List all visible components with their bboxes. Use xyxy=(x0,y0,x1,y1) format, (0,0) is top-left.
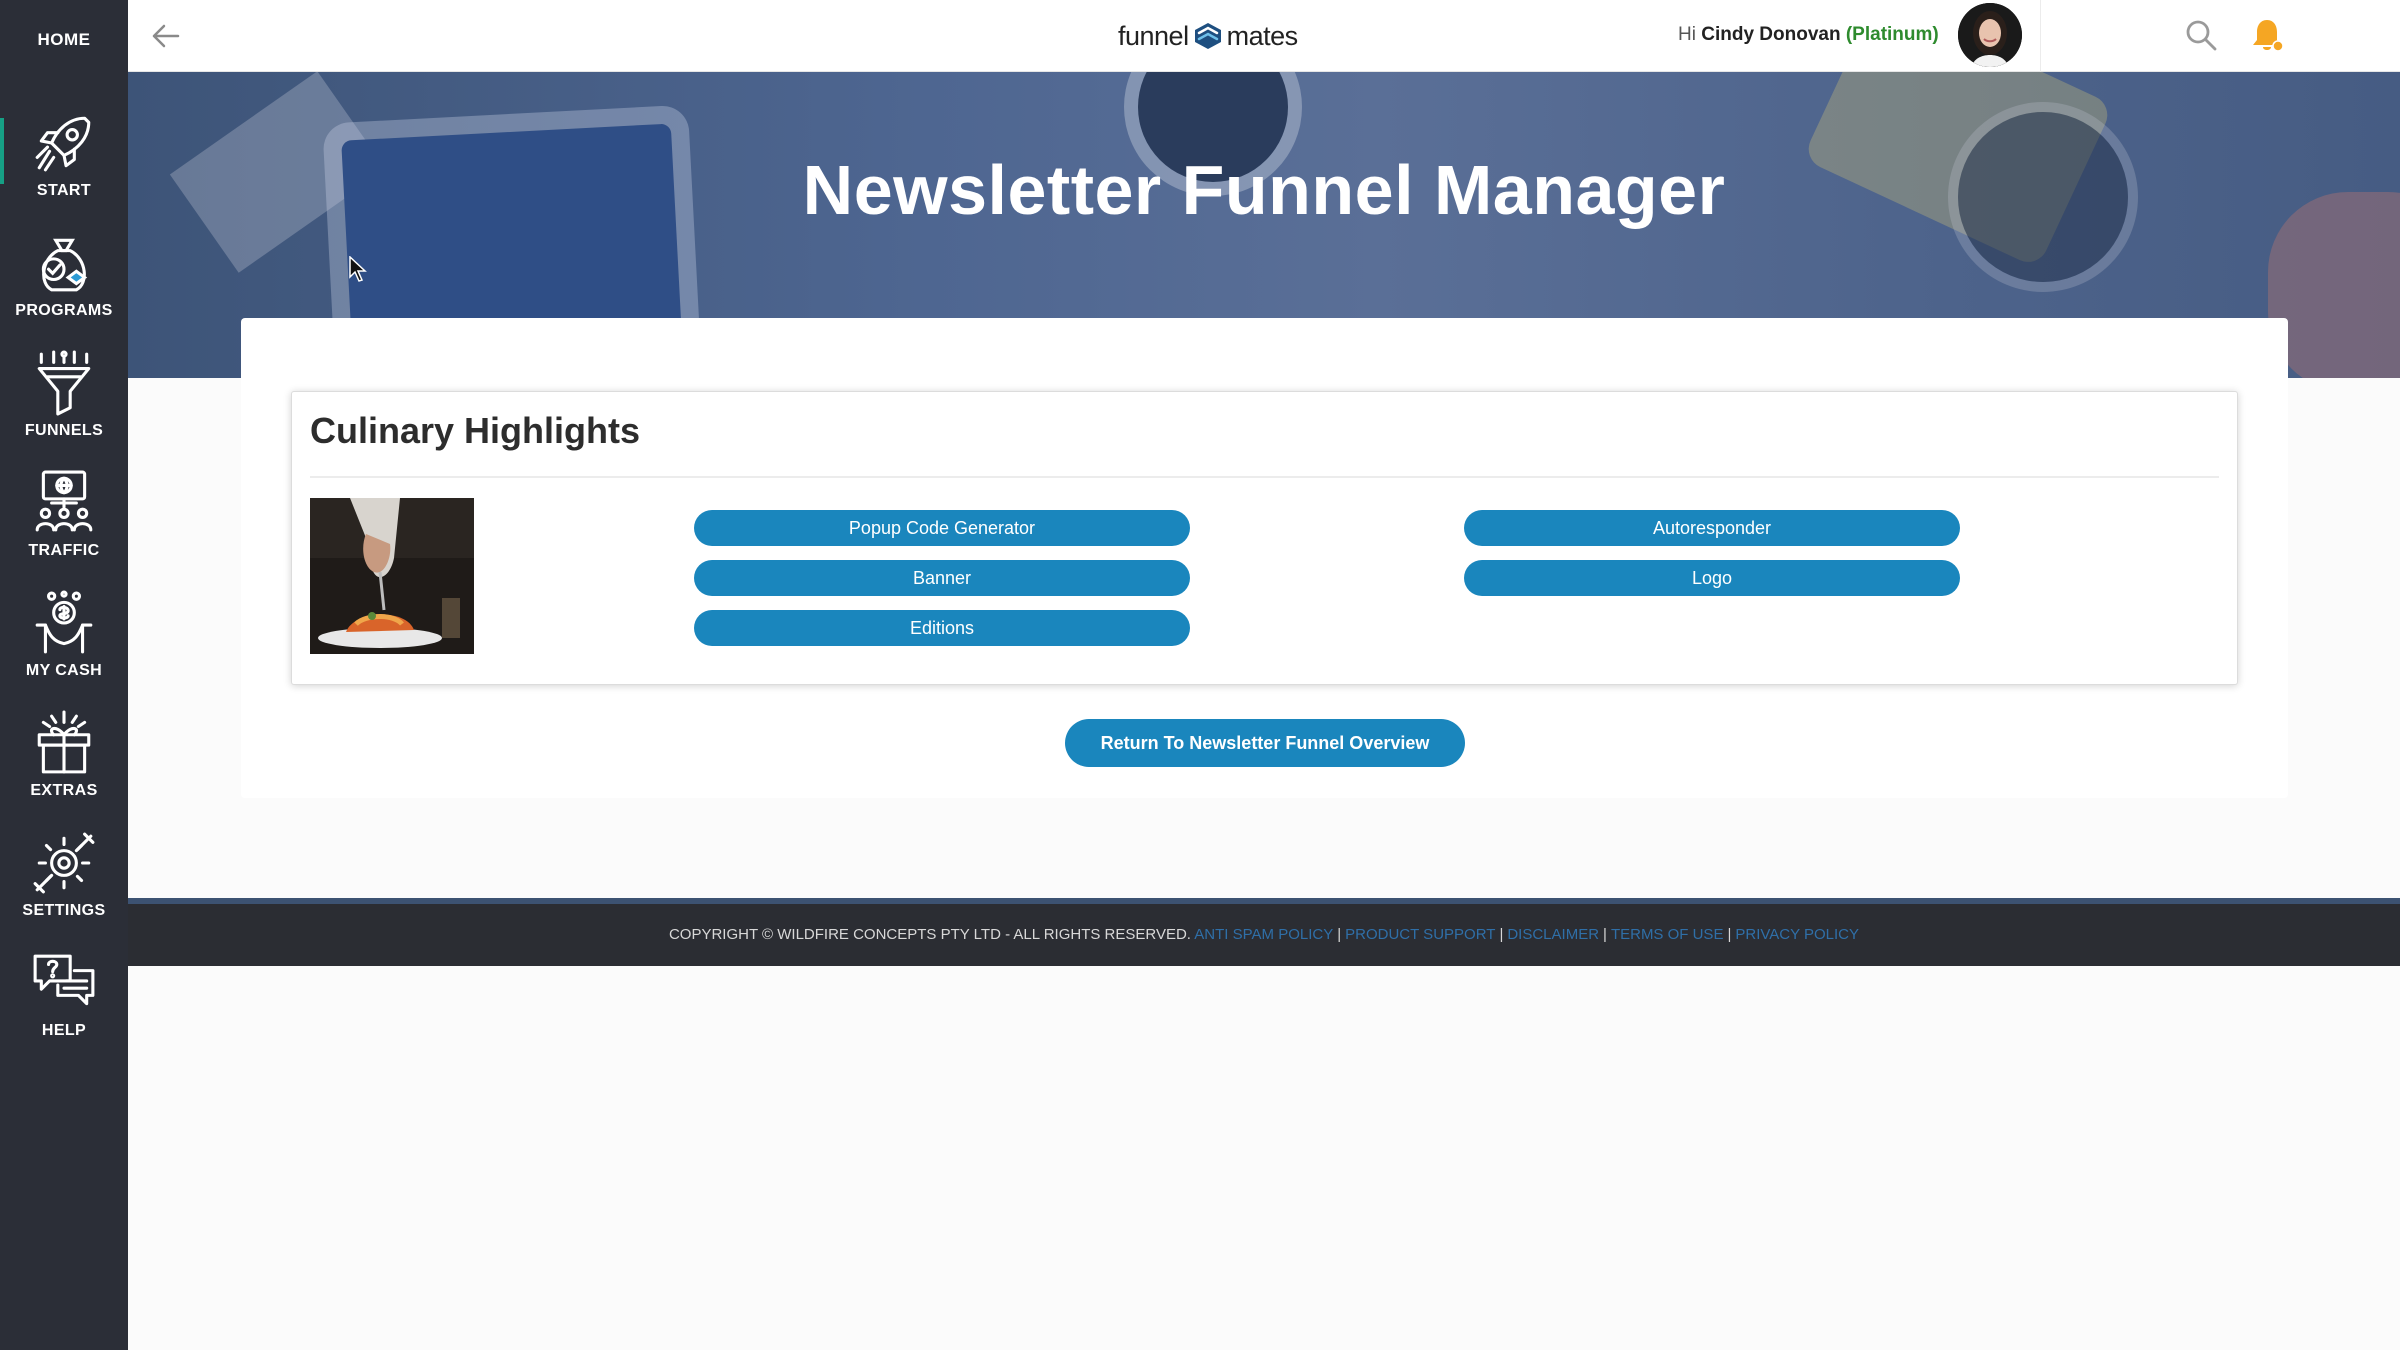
sidebar-item-traffic[interactable]: TRAFFIC xyxy=(0,470,128,582)
main-content-card: Culinary Highlights Popup Code Generator xyxy=(241,318,2288,798)
privacy-policy-link[interactable]: PRIVACY POLICY xyxy=(1735,926,1859,943)
sidebar-item-label: FUNNELS xyxy=(24,422,104,439)
gift-icon xyxy=(37,710,91,774)
sidebar-item-label: SETTINGS xyxy=(22,902,106,919)
notification-bell-icon[interactable] xyxy=(2248,16,2286,54)
sidebar: HOME START PROGRAMS FUNNELS TRAFFIC MY C… xyxy=(0,0,128,1350)
logo-button[interactable]: Logo xyxy=(1464,560,1960,596)
greeting-prefix: Hi xyxy=(1678,24,1696,45)
funnel-icon xyxy=(37,350,91,416)
disclaimer-link[interactable]: DISCLAIMER xyxy=(1507,926,1599,943)
footer-separator: | xyxy=(1727,926,1732,943)
editions-button[interactable]: Editions xyxy=(694,610,1190,646)
chat-help-icon xyxy=(33,954,95,1006)
traffic-network-icon xyxy=(35,470,93,532)
banner-button[interactable]: Banner xyxy=(694,560,1190,596)
terms-of-use-link[interactable]: TERMS OF USE xyxy=(1611,926,1724,943)
app-window: HOME START PROGRAMS FUNNELS TRAFFIC MY C… xyxy=(0,0,2400,1350)
sidebar-item-help[interactable]: HELP xyxy=(0,950,128,1062)
sidebar-item-home[interactable]: HOME xyxy=(0,30,128,50)
footer-separator: | xyxy=(1499,926,1504,943)
header-divider xyxy=(2040,0,2041,72)
sidebar-item-label: HELP xyxy=(41,1022,87,1039)
membership-plan: (Platinum) xyxy=(1845,24,1939,45)
gear-tools-icon xyxy=(33,832,95,894)
search-icon[interactable] xyxy=(2184,18,2218,52)
anti-spam-policy-link[interactable]: ANTI SPAM POLICY xyxy=(1194,926,1333,943)
funnel-title: Culinary Highlights xyxy=(310,410,641,451)
sidebar-item-label: TRAFFIC xyxy=(28,542,100,559)
money-bag-icon xyxy=(41,238,88,292)
footer-separator: | xyxy=(1337,926,1342,943)
product-support-link[interactable]: PRODUCT SUPPORT xyxy=(1345,926,1495,943)
sidebar-item-start[interactable]: START xyxy=(0,110,128,222)
logo-text-right: mates xyxy=(1226,20,1299,51)
top-bar: funnel mates Hi Cindy Donovan (Platinum) xyxy=(128,0,2400,72)
sidebar-item-programs[interactable]: PROGRAMS xyxy=(0,230,128,342)
sidebar-item-label: MY CASH xyxy=(25,662,103,679)
funnelmates-logo[interactable]: funnel mates xyxy=(1118,18,1298,54)
copyright-text: COPYRIGHT © WILDFIRE CONCEPTS PTY LTD - … xyxy=(668,926,1191,943)
logo-text-left: funnel xyxy=(1118,20,1189,51)
sidebar-item-extras[interactable]: EXTRAS xyxy=(0,710,128,822)
sidebar-item-settings[interactable]: SETTINGS xyxy=(0,830,128,942)
sidebar-item-label: START xyxy=(36,182,92,199)
cash-hand-icon xyxy=(35,590,93,654)
panel-divider xyxy=(310,476,2219,478)
page-title: Newsletter Funnel Manager xyxy=(802,151,1726,229)
user-name: Cindy Donovan xyxy=(1701,24,1841,45)
culinary-photo xyxy=(310,498,474,654)
user-greeting: Hi Cindy Donovan (Platinum) xyxy=(1678,24,1939,46)
autoresponder-button[interactable]: Autoresponder xyxy=(1464,510,1960,546)
avatar[interactable] xyxy=(1958,3,2022,67)
sidebar-item-label: EXTRAS xyxy=(30,782,98,799)
popup-code-generator-button[interactable]: Popup Code Generator xyxy=(694,510,1190,546)
sidebar-item-label: PROGRAMS xyxy=(15,302,113,319)
footer: COPYRIGHT © WILDFIRE CONCEPTS PTY LTD - … xyxy=(128,904,2400,966)
rocket-icon xyxy=(35,116,91,172)
funnel-panel: Culinary Highlights Popup Code Generator xyxy=(291,391,2238,685)
funnel-thumbnail xyxy=(310,498,474,654)
user-photo xyxy=(1958,3,2022,67)
return-to-overview-button[interactable]: Return To Newsletter Funnel Overview xyxy=(1065,719,1465,767)
logo-mark-icon xyxy=(1194,23,1221,49)
back-arrow-icon[interactable] xyxy=(148,18,184,54)
footer-separator: | xyxy=(1603,926,1607,943)
mouse-cursor-icon xyxy=(349,256,367,282)
sidebar-item-funnels[interactable]: FUNNELS xyxy=(0,350,128,462)
sidebar-item-my-cash[interactable]: MY CASH xyxy=(0,590,128,702)
